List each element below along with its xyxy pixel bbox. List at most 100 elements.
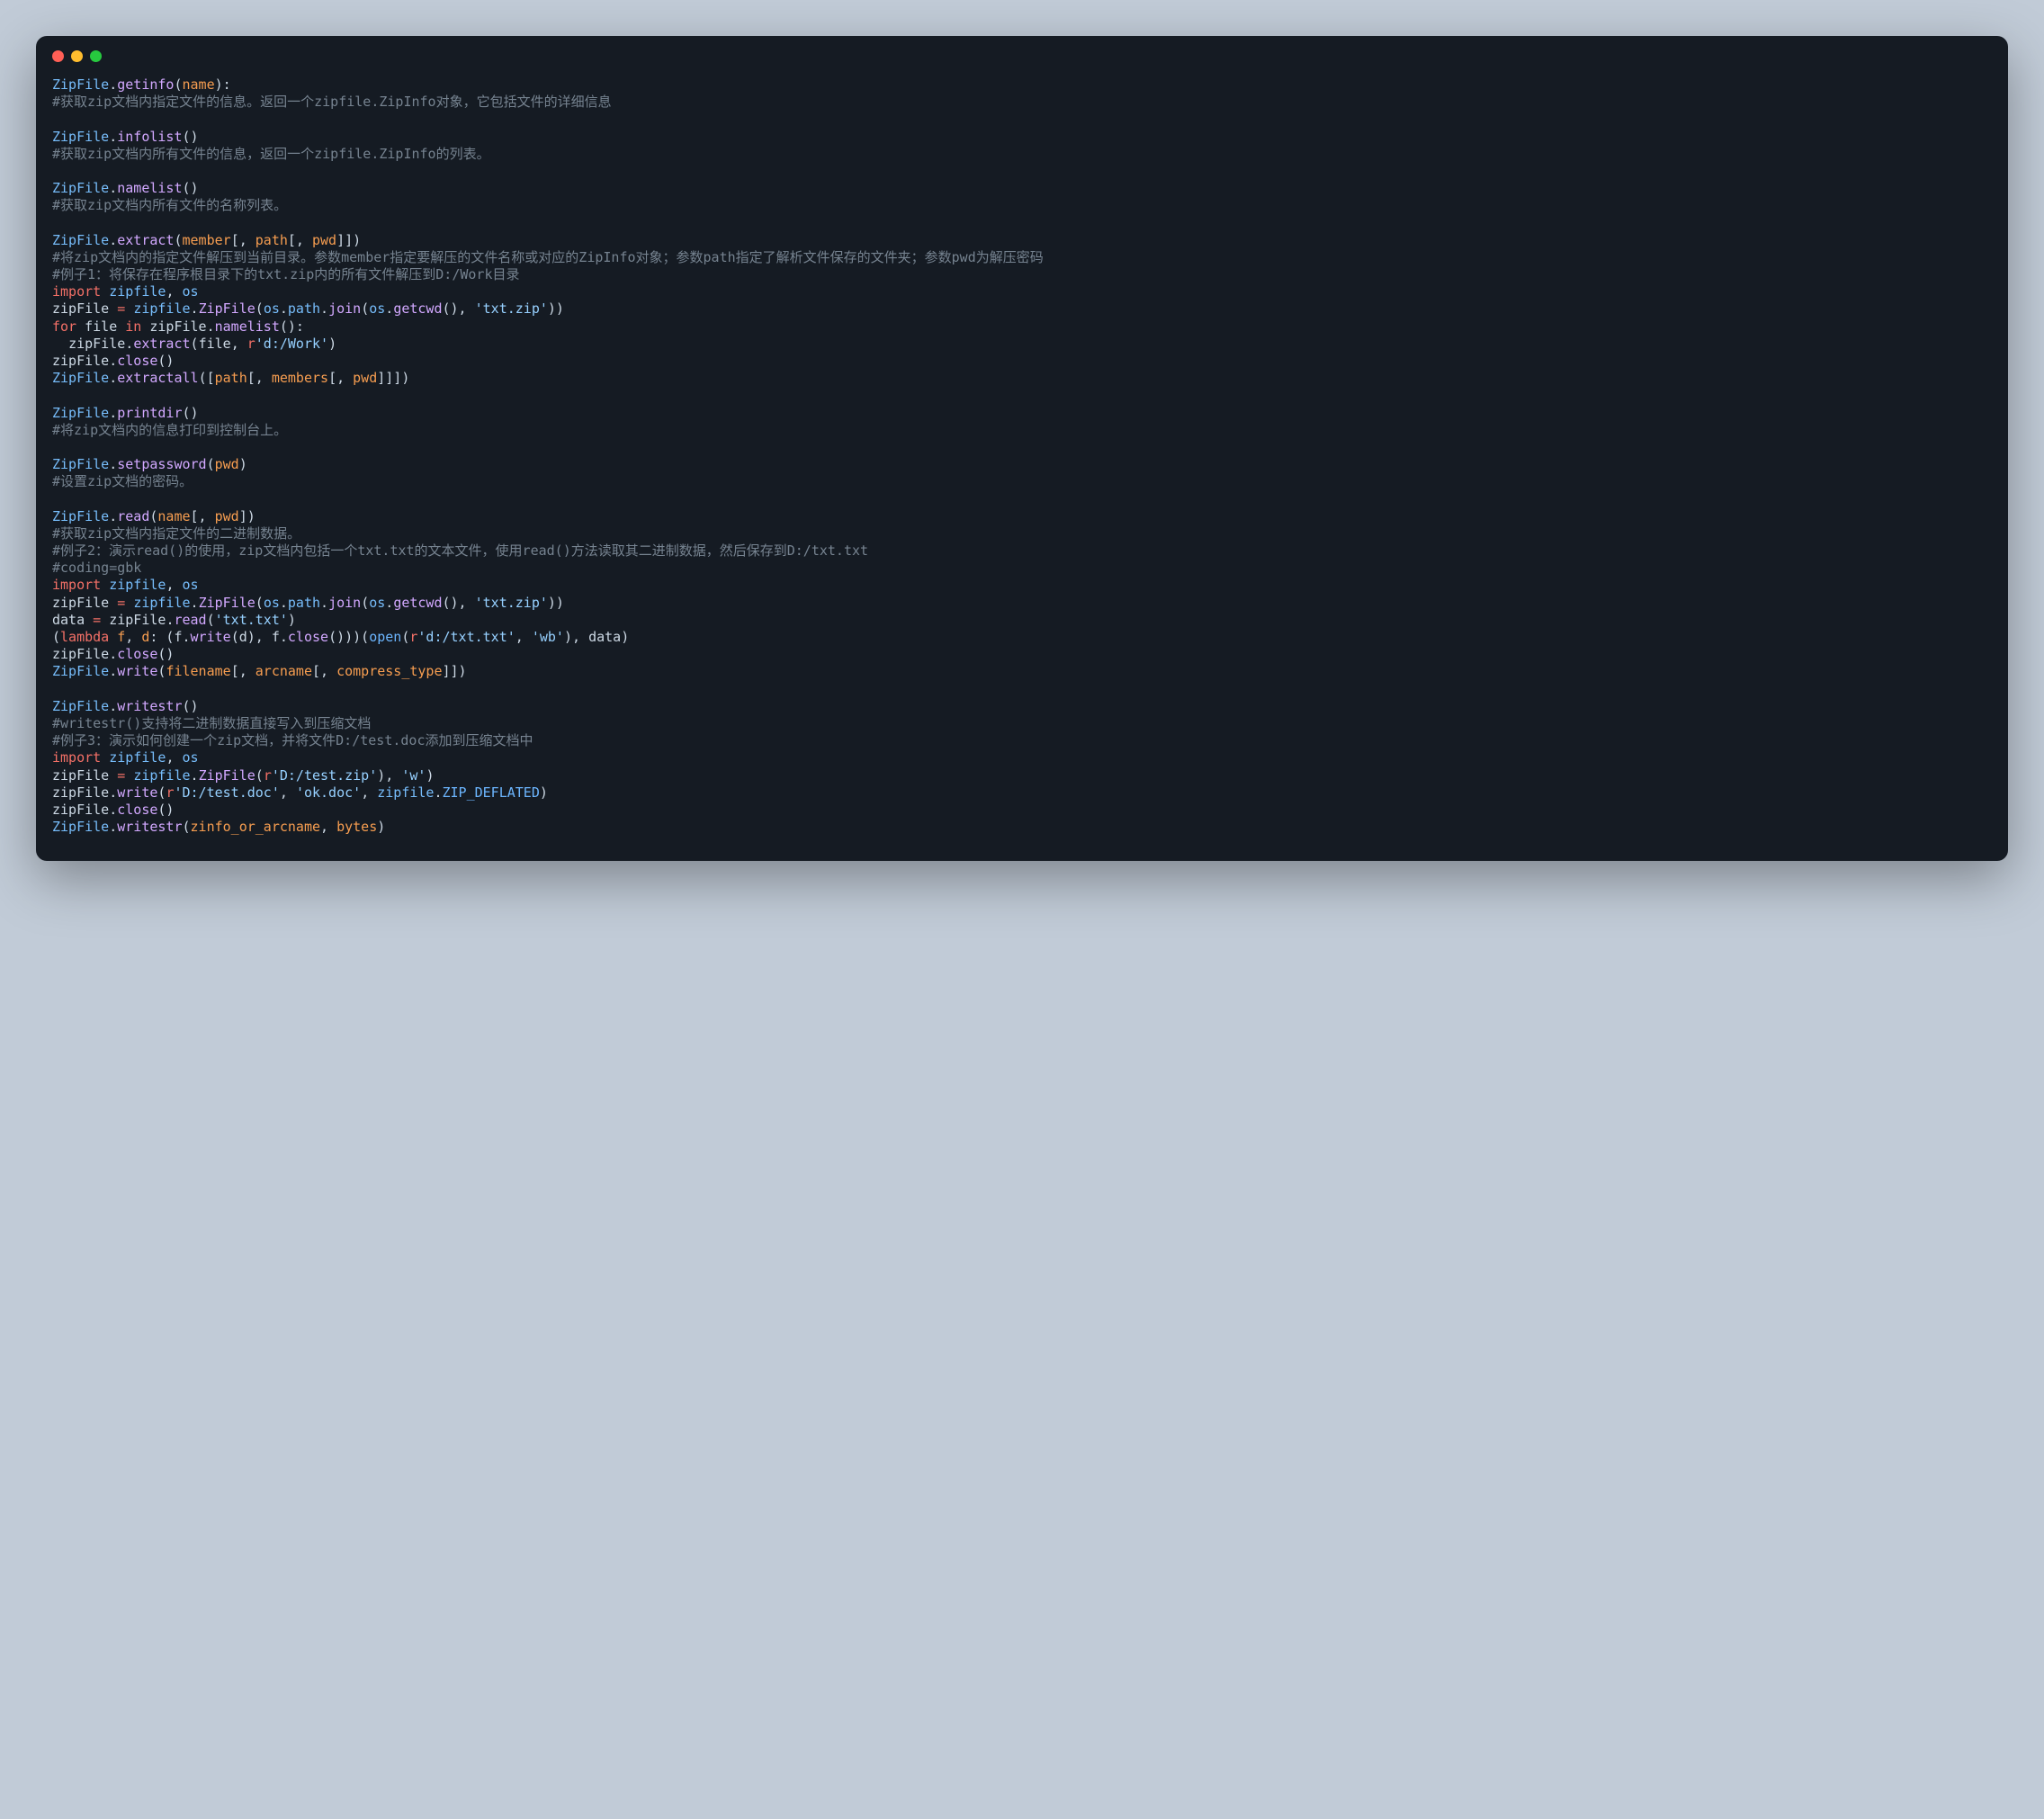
code-token: getinfo (117, 76, 174, 93)
code-token: #获取zip文档内指定文件的信息。返回一个zipfile.ZipInfo对象，它… (52, 94, 612, 110)
code-token: . (109, 663, 117, 679)
code-token: read (174, 612, 206, 628)
code-token: ()))( (328, 629, 369, 645)
code-window: ZipFile.getinfo(name):#获取zip文档内指定文件的信息。返… (36, 36, 2008, 861)
code-token: os (264, 595, 280, 611)
code-token: zipFile (52, 300, 109, 317)
code-token: f (272, 629, 280, 645)
code-token: = (117, 595, 125, 611)
code-token: 'txt.txt' (215, 612, 288, 628)
code-token: () (183, 405, 199, 421)
code-token: . (434, 784, 442, 801)
code-line: #将zip文档内的信息打印到控制台上。 (52, 422, 1992, 439)
code-line (52, 387, 1992, 404)
code-token: = (117, 767, 125, 784)
code-line: #获取zip文档内指定文件的信息。返回一个zipfile.ZipInfo对象，它… (52, 94, 1992, 111)
code-token: ZipFile (52, 698, 109, 714)
code-token: lambda (60, 629, 109, 645)
code-token: #coding=gbk (52, 560, 141, 576)
code-token: () (183, 180, 199, 196)
code-token: #获取zip文档内所有文件的信息，返回一个zipfile.ZipInfo的列表。 (52, 146, 490, 162)
code-token: for (52, 318, 76, 335)
code-token: . (191, 767, 199, 784)
code-line: import zipfile, os (52, 283, 1992, 300)
code-line: zipFile = zipfile.ZipFile(os.path.join(o… (52, 300, 1992, 318)
code-line: zipFile.write(r'D:/test.doc', 'ok.doc', … (52, 784, 1992, 802)
code-token: path (256, 232, 288, 248)
code-token: ) (426, 767, 434, 784)
code-token: #获取zip文档内所有文件的名称列表。 (52, 197, 287, 213)
code-token: = (93, 612, 101, 628)
code-token: ( (183, 819, 191, 835)
code-token: . (109, 370, 117, 386)
code-token: ([ (199, 370, 215, 386)
code-line: zipFile.close() (52, 802, 1992, 819)
code-token: )) (548, 595, 564, 611)
code-token: #获取zip文档内指定文件的二进制数据。 (52, 525, 300, 542)
code-token: ( (361, 595, 369, 611)
code-token: 'D:/test.doc' (174, 784, 279, 801)
code-line: (lambda f, d: (f.write(d), f.close()))(o… (52, 629, 1992, 646)
code-token: [, (288, 232, 312, 248)
code-token: 'ok.doc' (296, 784, 361, 801)
code-token: [, (231, 663, 256, 679)
code-line: #例子1：将保存在程序根目录下的txt.zip内的所有文件解压到D:/Work目… (52, 266, 1992, 283)
code-token: (), (443, 595, 475, 611)
code-token: . (385, 595, 393, 611)
code-token: ]]) (443, 663, 467, 679)
code-token: ( (256, 300, 264, 317)
code-token: zipfile (133, 300, 190, 317)
code-token: . (191, 300, 199, 317)
code-token: ( (207, 456, 215, 472)
code-token: infolist (117, 129, 182, 145)
code-token: )) (548, 300, 564, 317)
code-token (125, 595, 133, 611)
code-token: close (117, 646, 157, 662)
minimize-icon[interactable] (71, 50, 83, 62)
code-token: ZipFile (52, 76, 109, 93)
code-token: ), (377, 767, 401, 784)
code-line (52, 111, 1992, 128)
code-line (52, 439, 1992, 456)
code-token: . (280, 629, 288, 645)
code-token: , (166, 283, 182, 300)
code-token: . (109, 129, 117, 145)
code-token: setpassword (117, 456, 206, 472)
code-line: #设置zip文档的密码。 (52, 473, 1992, 490)
code-line: zipFile.extract(file, r'd:/Work') (52, 336, 1992, 353)
code-token: pwd (312, 232, 336, 248)
code-token (109, 767, 117, 784)
code-token: in (125, 318, 141, 335)
code-token: [, (247, 370, 272, 386)
code-token: os (369, 595, 385, 611)
code-content: ZipFile.getinfo(name):#获取zip文档内指定文件的信息。返… (36, 69, 2008, 861)
code-token: ), (247, 629, 272, 645)
code-token: zipfile (133, 595, 190, 611)
close-icon[interactable] (52, 50, 64, 62)
code-token: os (183, 749, 199, 766)
code-token: ( (174, 76, 182, 93)
code-token: zipFile (52, 784, 109, 801)
code-token: 'd:/txt.txt' (417, 629, 515, 645)
code-token: ) (377, 819, 385, 835)
maximize-icon[interactable] (90, 50, 102, 62)
code-line (52, 681, 1992, 698)
code-token: data (52, 612, 85, 628)
code-token: path (288, 595, 320, 611)
code-token: open (369, 629, 401, 645)
code-token: close (288, 629, 328, 645)
code-line: ZipFile.setpassword(pwd) (52, 456, 1992, 473)
code-token: , (515, 629, 532, 645)
code-token: () (157, 353, 174, 369)
code-token: path (288, 300, 320, 317)
code-token: ZipFile (52, 370, 109, 386)
code-token: ZipFile (199, 767, 256, 784)
code-token: #设置zip文档的密码。 (52, 473, 193, 489)
code-line: ZipFile.writestr(zinfo_or_arcname, bytes… (52, 819, 1992, 836)
code-token (101, 577, 109, 593)
code-token: extract (133, 336, 190, 352)
code-token: ) (540, 784, 548, 801)
code-token: #将zip文档内的信息打印到控制台上。 (52, 422, 287, 438)
code-token: () (157, 802, 174, 818)
code-token: arcname (256, 663, 312, 679)
